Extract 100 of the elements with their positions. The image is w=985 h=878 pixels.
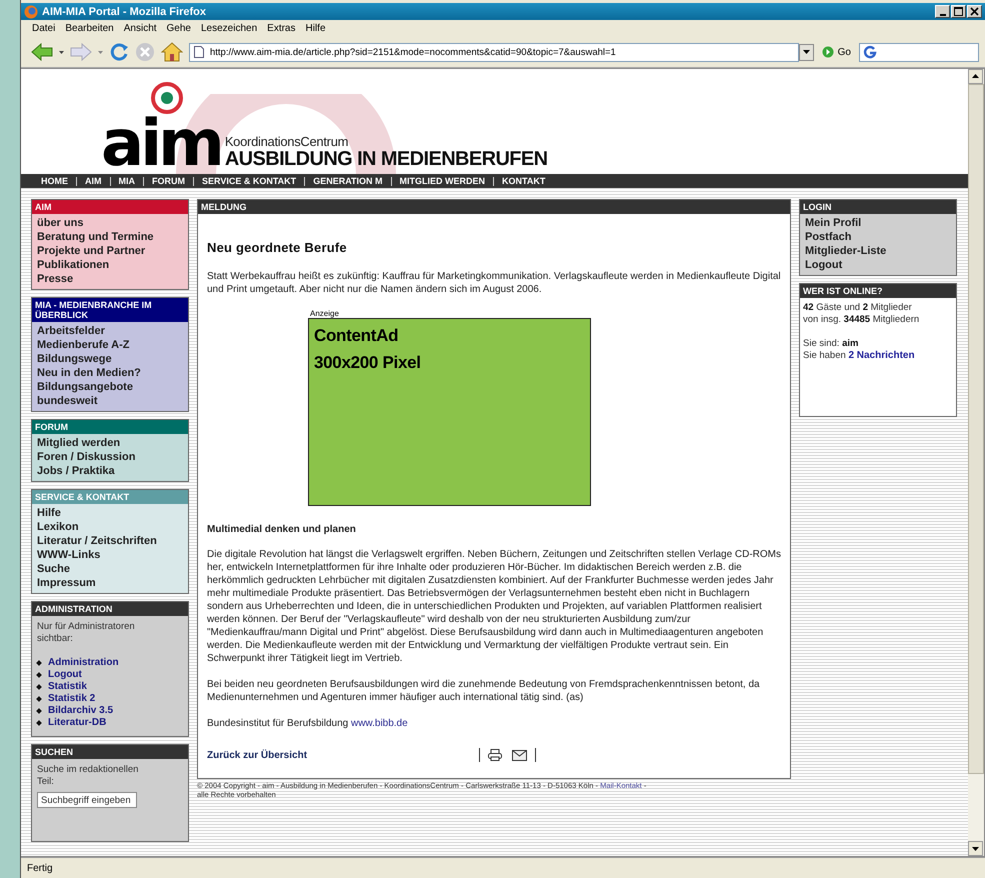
logo-title: AUSBILDUNG IN MEDIENBERUFEN [224, 149, 548, 169]
back-arrow-icon[interactable] [31, 43, 53, 61]
messages-link[interactable]: 2 Nachrichten [848, 350, 915, 361]
sidebar-link[interactable]: Neu in den Medien? [37, 366, 183, 380]
sidebar-link[interactable]: Impressum [37, 576, 183, 590]
sidebar-link[interactable]: über uns [37, 216, 183, 230]
printer-icon[interactable] [488, 749, 502, 761]
sidebar-link[interactable]: Beratung und Termine [37, 230, 183, 244]
url-dropdown-button[interactable] [798, 44, 814, 60]
article-title: Neu geordnete Berufe [207, 240, 348, 255]
minimize-button[interactable] [935, 5, 950, 18]
box-header: SERVICE & KONTAKT [32, 490, 188, 504]
close-button[interactable] [967, 5, 982, 18]
page-icon [194, 46, 204, 58]
scroll-up-icon[interactable] [968, 69, 983, 84]
nav-link[interactable]: GENERATION M [304, 176, 391, 186]
box-header: LOGIN [800, 200, 956, 214]
online-stats: von insg. 34485 Mitgliedern [803, 314, 920, 326]
admin-link[interactable]: Statistik 2 [48, 693, 96, 705]
scroll-down-icon[interactable] [968, 841, 983, 856]
admin-link[interactable]: Bildarchiv 3.5 [48, 705, 114, 717]
logo-subtitle: KoordinationsCentrum [224, 134, 350, 149]
menu-item[interactable]: Bearbeiten [60, 23, 119, 34]
caret-icon [802, 50, 810, 54]
admin-link[interactable]: Logout [48, 669, 82, 681]
article-paragraph: Bei beiden neu geordneten Berufsausbildungen wird die zunehmende Bedeutung von Fremdsprachenkenntnissen betont, da Medienunternehmen und Agenturen immer häufiger auch international tätig sind. (as) [207, 678, 761, 704]
sidebar-link[interactable]: Publikationen [37, 258, 183, 272]
sidebar-link[interactable]: Mitglieder-Liste [805, 244, 951, 258]
box-header: FORUM [32, 420, 188, 434]
source-link[interactable]: www.bibb.de [350, 718, 408, 729]
maximize-button[interactable] [951, 5, 966, 18]
sidebar-link[interactable]: WWW-Links [37, 548, 183, 562]
nav-link[interactable]: FORUM [143, 176, 193, 186]
browser-logo-icon [24, 4, 38, 18]
article-intro: Statt Werbekauffrau heißt es zukünftig: Kauffrau für Marketingkommunikation. Verlagskaufleute werden in Medienkaufleute Digital und Print umgetauft. Aber nicht nur die Namen ändern sich im August 2006. [207, 270, 782, 296]
menu-item[interactable]: Hilfe [300, 23, 331, 34]
source-line: Bundesinstitut für Berufsbildung www.bibb.de [207, 717, 409, 730]
nav-link[interactable]: MITGLIED WERDEN [390, 176, 494, 186]
nav-link[interactable]: SERVICE & KONTAKT [193, 176, 304, 186]
user-status: Sie sind: aim [803, 338, 860, 350]
sidebar-link[interactable]: Projekte und Partner [37, 244, 183, 258]
go-button[interactable]: Go [820, 46, 853, 58]
search-field[interactable]: Suchbegriff eingeben [37, 792, 137, 808]
box-header: ADMINISTRATION [32, 602, 188, 616]
menu-item[interactable]: Datei [27, 23, 60, 34]
box-header: MIA - MEDIENBRANCHE IM ÜBERBLICK [32, 298, 188, 322]
sidebar-link[interactable]: Bildungsangebote bundesweit [37, 380, 183, 408]
maximize-icon [954, 7, 963, 16]
box-note: Nur für Administratoren sichtbar: [37, 621, 136, 645]
sidebar-link[interactable]: Mein Profil [805, 216, 951, 230]
admin-link[interactable]: Literatur-DB [48, 717, 106, 729]
nav-link[interactable]: KONTAKT [493, 176, 554, 186]
dropdown-caret-icon[interactable] [59, 50, 64, 54]
reload-icon[interactable] [109, 42, 129, 62]
bullet-icon [36, 684, 42, 690]
search-bar[interactable] [859, 42, 979, 62]
admin-link[interactable]: Statistik [48, 681, 87, 693]
box-note: Suche im redaktionellen Teil: [37, 764, 140, 788]
window-title: AIM-MIA Portal - Mozilla Firefox [42, 6, 207, 18]
ad-label: Anzeige [310, 309, 340, 318]
bullet-icon [36, 660, 42, 666]
bullet-icon [36, 708, 42, 714]
menu-item[interactable]: Extras [262, 23, 300, 34]
menu-item[interactable]: Gehe [162, 23, 196, 34]
article-subheading: Multimedial denken und planen [207, 524, 357, 535]
sidebar-link[interactable]: Logout [805, 258, 951, 272]
box-header: AIM [32, 200, 188, 214]
menu-item[interactable]: Lesezeichen [196, 23, 262, 34]
sidebar-link[interactable]: Lexikon [37, 520, 183, 534]
bullet-icon [36, 672, 42, 678]
mail-icon[interactable] [512, 750, 527, 760]
sidebar-link[interactable]: Mitglied werden [37, 436, 183, 450]
back-link[interactable]: Zurück zur Übersicht [207, 750, 479, 760]
nav-link[interactable]: MIA [110, 176, 143, 186]
nav-link[interactable]: AIM [76, 176, 110, 186]
sidebar-link[interactable]: Postfach [805, 230, 951, 244]
online-stats: 42 Gäste und 2 Mitglieder [803, 302, 913, 314]
sidebar-link[interactable]: Arbeitsfelder [37, 324, 183, 338]
box-header: SUCHEN [32, 745, 188, 759]
nav-link[interactable]: HOME [33, 176, 76, 186]
admin-link[interactable]: Administration [48, 657, 119, 669]
sidebar-link[interactable]: Bildungswege [37, 352, 183, 366]
sidebar-link[interactable]: Presse [37, 272, 183, 286]
panel-header: MELDUNG [198, 200, 790, 214]
sidebar-link[interactable]: Literatur / Zeitschriften [37, 534, 183, 548]
address-bar[interactable]: http://www.aim-mia.de/article.php?sid=2151&mode=nocomments&catid=90&topic=7&auswahl=1 [189, 42, 799, 62]
search-engine-icon [863, 45, 877, 59]
sidebar-link[interactable]: Foren / Diskussion [37, 450, 183, 464]
home-icon[interactable] [161, 42, 183, 62]
status-text: Fertig [27, 862, 53, 874]
ad-banner[interactable]: ContentAd 300x200 Pixel [308, 318, 591, 506]
menu-item[interactable]: Ansicht [118, 23, 162, 34]
sidebar-link[interactable]: Medienberufe A-Z [37, 338, 183, 352]
sidebar-link[interactable]: Jobs / Praktika [37, 464, 183, 478]
sidebar-link[interactable]: Hilfe [37, 506, 183, 520]
close-icon [970, 7, 979, 16]
article-paragraph: Die digitale Revolution hat längst die Verlagswelt ergriffen. Neben Büchern, Zeitungen und Zeitschriften stellen Verlage CD-ROMs her, entwickeln Internetplattformen für ihre Inhalte oder produzieren Hör-Bücher. Im didaktischen Bereich werden z.B. die herkömmlich gedruckten Lehrbücher mit digitalen Zusatzdiensten kombiniert. Auf der Frankfurter Buchmesse werden jedes Jahr mehr multimediale Produkte präsentiert. Das Betriebsvermögen der Verlagsunternehmen besteht eben nicht in Buchlagern sondern aus Urheberrechten und Ideen, die in unterschiedlichen Produkten und Projekten, auf variablen Plattformen realisiert werden können. Der Beruf der "Verlagskaufleute" wird deshalb von der neu strukturierten Ausbildung zum/zur "Medienkauffrau/mann Digital und Print" abgelöst. Diese Berufsausbildung wird dann auch in Multimediaagenturen angeboten werden. Die Medienkaufleute werden mit der Entwicklung und Vermarktung der vielfältigen Produkte vertraut sein. Ein Schwerpunkt ihrer Tätigkeit liegt im Vertrieb. [207, 548, 782, 665]
box-header: WER IST ONLINE? [800, 284, 956, 298]
sidebar-link[interactable]: Suche [37, 562, 183, 576]
bullet-icon [36, 696, 42, 702]
